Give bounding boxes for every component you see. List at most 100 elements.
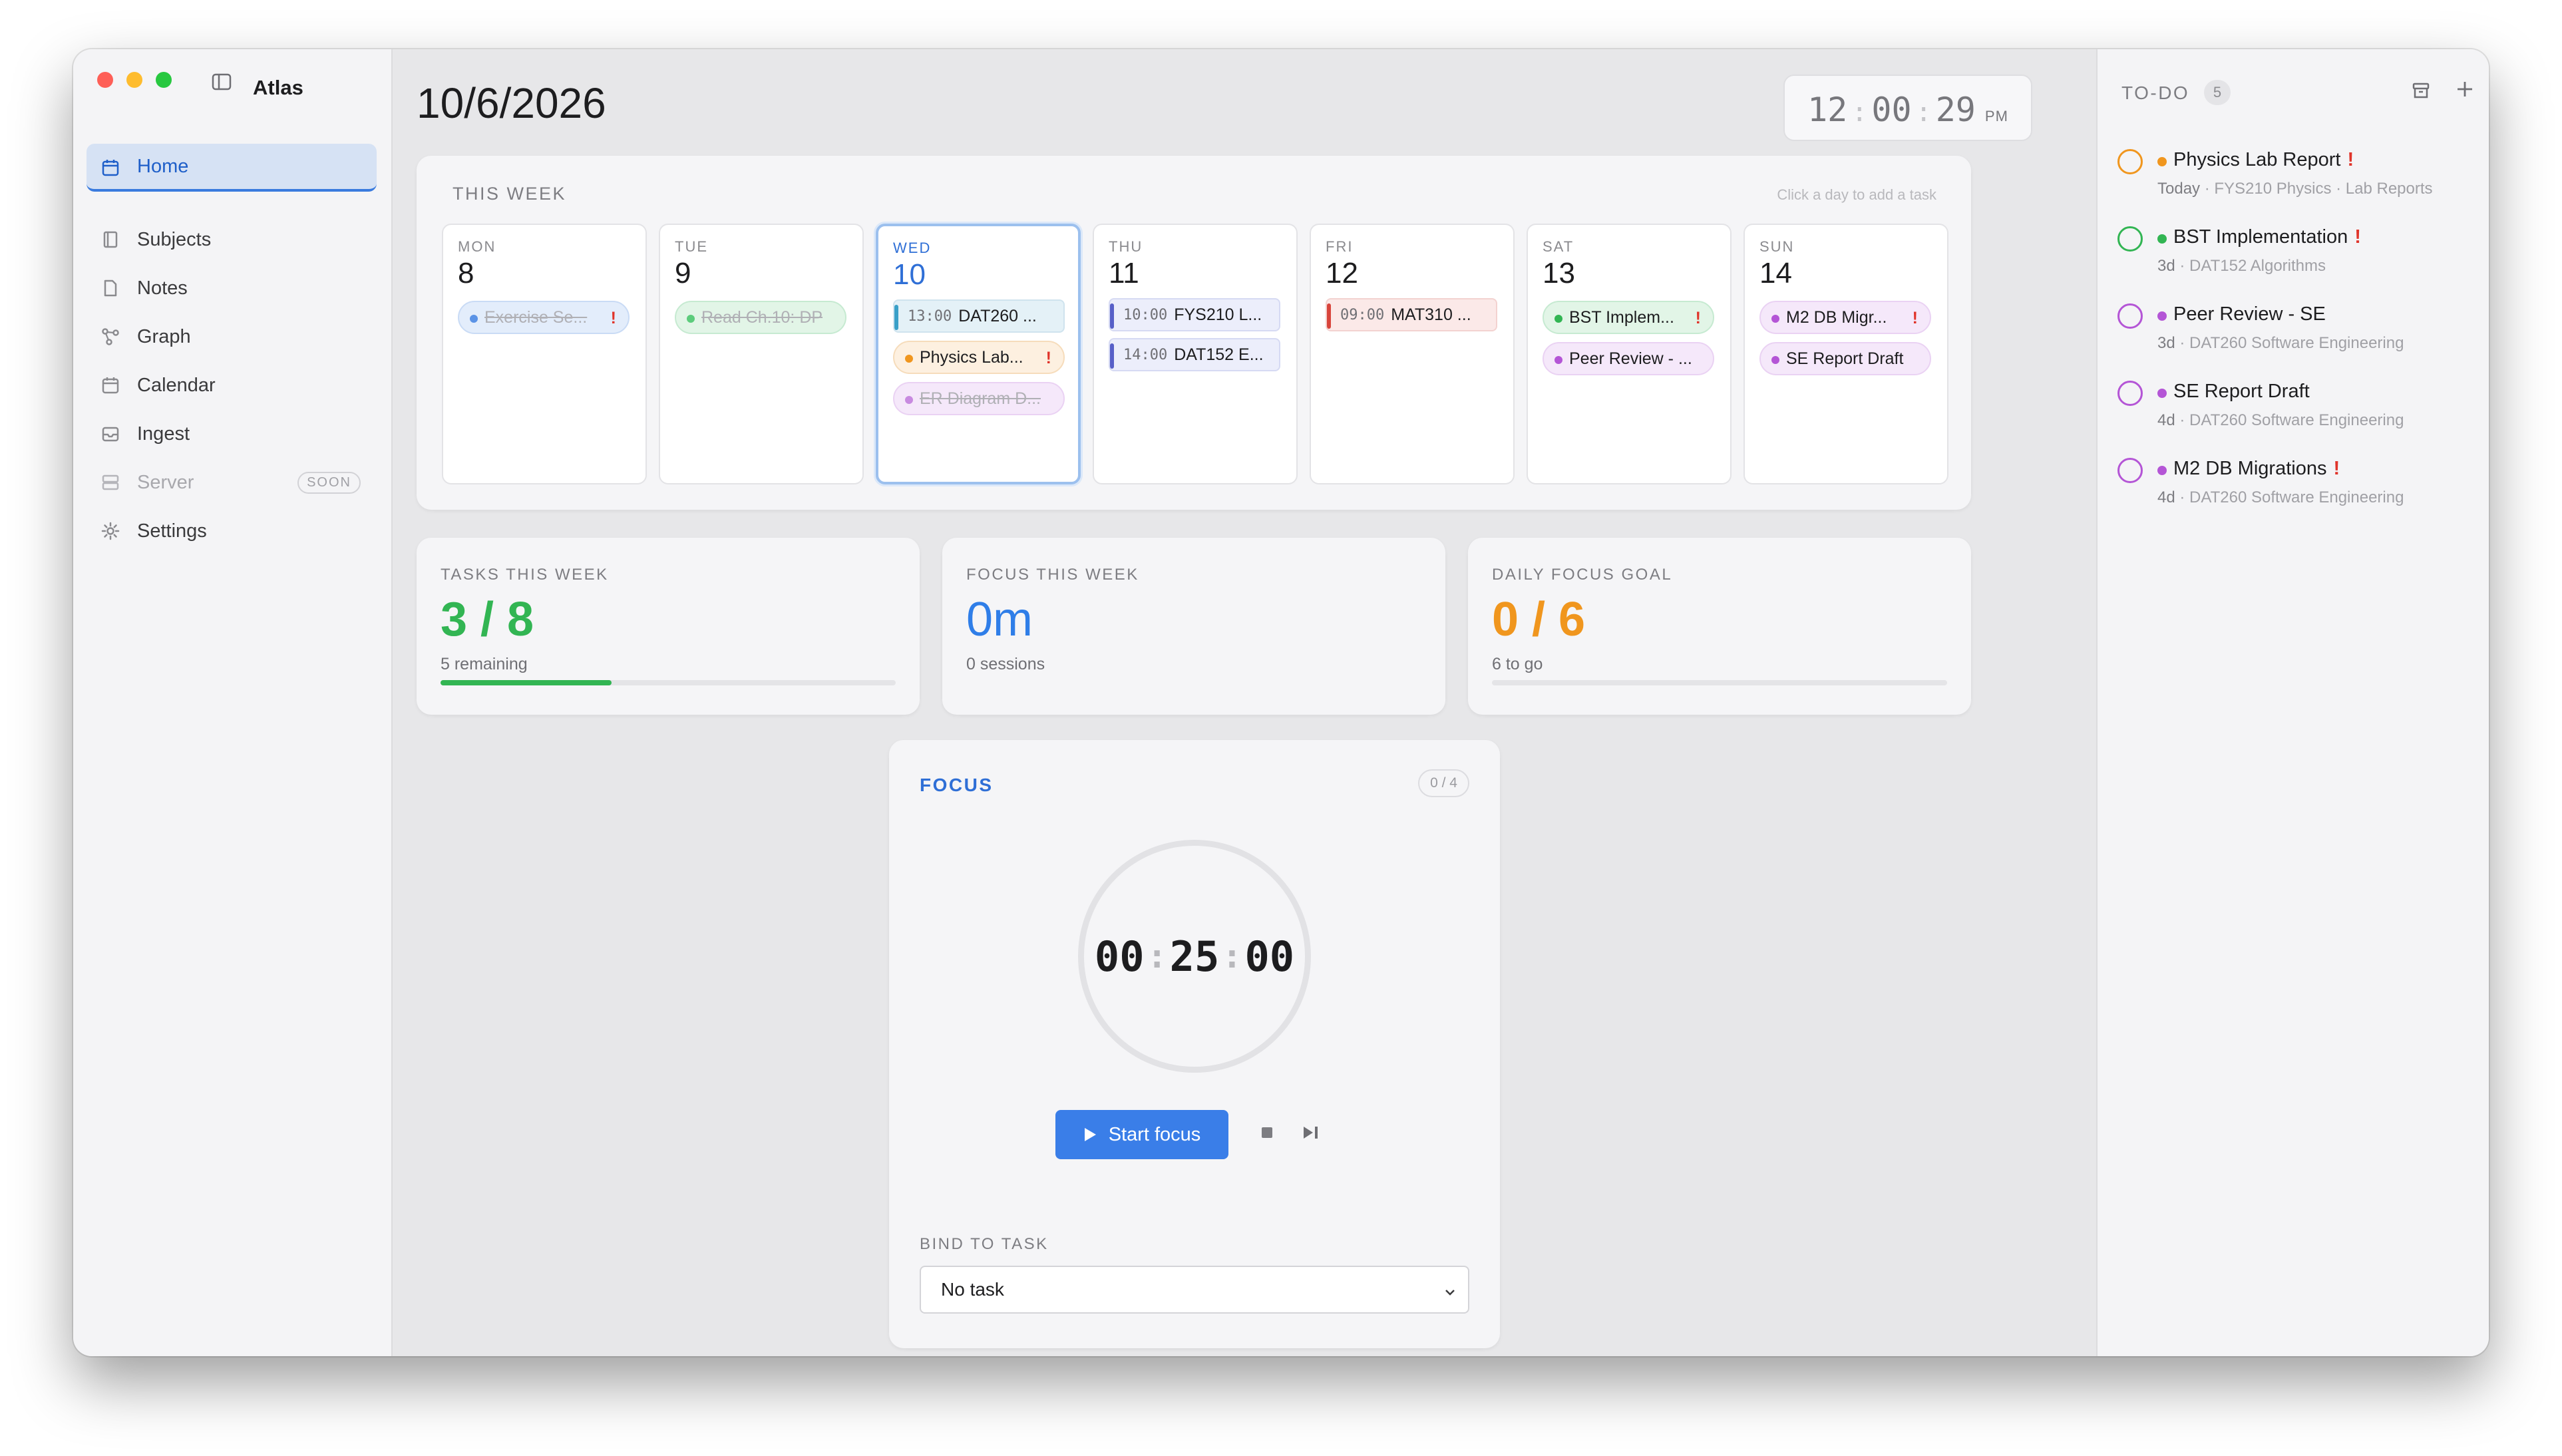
todo-item[interactable]: SE Report Draft 4d · DAT260 Software Eng… (2117, 381, 2477, 447)
task-color-dot (905, 355, 913, 363)
bind-label: BIND TO TASK (920, 1235, 1049, 1253)
clock-separator: : (1915, 97, 1932, 128)
maximize-button[interactable] (156, 72, 172, 88)
todo-item[interactable]: M2 DB Migrations! 4d · DAT260 Software E… (2117, 458, 2477, 524)
day-name: SAT (1543, 238, 1574, 255)
todo-panel: TO-DO 5 Physics Lab Report! Today · FYS2… (2096, 49, 2489, 1356)
minimize-button[interactable] (126, 72, 142, 88)
book-icon (101, 230, 120, 249)
clock-ampm: PM (1984, 108, 2008, 124)
day-number: 9 (675, 257, 691, 289)
task-chip[interactable]: M2 DB Migr... ! (1759, 301, 1931, 334)
sidebar-item-subjects[interactable]: Subjects (87, 216, 377, 264)
todo-item[interactable]: Physics Lab Report! Today · FYS210 Physi… (2117, 149, 2477, 216)
archive-icon[interactable] (2409, 79, 2433, 102)
timer-hours: 00 (1094, 932, 1145, 981)
day-column-wed[interactable]: WED 10 13:00 DAT260 ... Physics Lab... !… (876, 224, 1081, 484)
day-column-tue[interactable]: TUE 9 Read Ch.10: DP (659, 224, 864, 484)
todo-due: 4d (2157, 488, 2175, 506)
task-chip[interactable]: Read Ch.10: DP (675, 301, 846, 334)
todo-meta: 3d · DAT152 Algorithms (2157, 257, 2326, 275)
sidebar-item-label: Home (137, 155, 189, 177)
stat-sub: 6 to go (1492, 655, 1543, 673)
task-color-dot (905, 396, 913, 404)
todo-checkbox[interactable] (2117, 458, 2143, 483)
week-title: THIS WEEK (453, 184, 567, 204)
task-select[interactable]: No task (920, 1266, 1469, 1314)
calendar-event[interactable]: 14:00 DAT152 E... (1109, 338, 1280, 371)
timer-separator: : (1222, 937, 1242, 976)
day-column-thu[interactable]: THU 11 10:00 FYS210 L... 14:00 DAT152 E.… (1093, 224, 1298, 484)
todo-color-dot (2157, 389, 2167, 398)
event-color-bar (1110, 303, 1114, 329)
task-chip[interactable]: Exercise Se... ! (458, 301, 630, 334)
todo-item-title: Physics Lab Report (2173, 149, 2341, 170)
day-name: TUE (675, 238, 708, 255)
sidebar-item-graph[interactable]: Graph (87, 313, 377, 361)
clock-minutes: 00 (1871, 91, 1912, 129)
event-color-bar (894, 305, 898, 330)
day-column-sat[interactable]: SAT 13 BST Implem... ! Peer Review - ... (1527, 224, 1732, 484)
task-chip[interactable]: SE Report Draft (1759, 342, 1931, 375)
calendar-event[interactable]: 09:00 MAT310 ... (1326, 298, 1497, 331)
task-chip[interactable]: Peer Review - ... (1543, 342, 1714, 375)
timer-seconds: 00 (1244, 932, 1295, 981)
todo-subject: DAT152 Algorithms (2189, 257, 2326, 275)
todo-due: 4d (2157, 411, 2175, 429)
todo-due: 3d (2157, 257, 2175, 275)
sidebar-item-settings[interactable]: Settings (87, 507, 377, 555)
day-column-sun[interactable]: SUN 14 M2 DB Migr... ! SE Report Draft (1743, 224, 1948, 484)
todo-subject: DAT260 Software Engineering (2189, 334, 2404, 352)
goal-progress-bar (1492, 680, 1947, 685)
priority-icon: ! (2354, 226, 2361, 248)
play-icon (1083, 1127, 1097, 1142)
close-button[interactable] (97, 72, 113, 88)
timer-minutes: 25 (1169, 932, 1220, 981)
timer-separator: : (1147, 937, 1167, 976)
start-focus-button[interactable]: Start focus (1055, 1110, 1228, 1159)
task-chip[interactable]: ER Diagram D... (893, 382, 1065, 415)
clock-hours: 12 (1807, 91, 1848, 129)
task-color-dot (687, 315, 695, 323)
todo-title-row: BST Implementation! (2173, 226, 2361, 248)
app-window: Atlas Home Subjects Notes Graph Calendar… (73, 49, 2489, 1356)
todo-item[interactable]: BST Implementation! 3d · DAT152 Algorith… (2117, 226, 2477, 293)
todo-item-title: SE Report Draft (2173, 381, 2310, 402)
calendar-event[interactable]: 10:00 FYS210 L... (1109, 298, 1280, 331)
todo-checkbox[interactable] (2117, 303, 2143, 329)
task-chip[interactable]: Physics Lab... ! (893, 341, 1065, 374)
sidebar-item-label: Settings (137, 520, 207, 542)
day-column-mon[interactable]: MON 8 Exercise Se... ! (442, 224, 647, 484)
calendar-icon (101, 158, 120, 177)
sidebar-toggle-icon[interactable] (210, 72, 233, 92)
task-chip[interactable]: BST Implem... ! (1543, 301, 1714, 334)
sidebar-item-home[interactable]: Home (87, 144, 377, 192)
sidebar-item-notes[interactable]: Notes (87, 264, 377, 312)
todo-checkbox[interactable] (2117, 226, 2143, 252)
sidebar-item-label: Subjects (137, 228, 212, 250)
task-chip-label: Exercise Se... (484, 307, 588, 327)
stat-value: 0m (966, 593, 1033, 646)
event-title: DAT152 E... (1174, 345, 1264, 364)
todo-title: TO-DO (2121, 83, 2190, 103)
todo-item[interactable]: Peer Review - SE 3d · DAT260 Software En… (2117, 303, 2477, 370)
day-column-fri[interactable]: FRI 12 09:00 MAT310 ... (1310, 224, 1515, 484)
goal-stat-card: DAILY FOCUS GOAL 0 / 6 6 to go (1468, 538, 1971, 715)
stop-icon[interactable] (1252, 1118, 1282, 1147)
day-name: MON (458, 238, 496, 255)
skip-icon[interactable] (1296, 1118, 1326, 1147)
sidebar-item-ingest[interactable]: Ingest (87, 410, 377, 458)
todo-item-title: M2 DB Migrations (2173, 458, 2327, 479)
sidebar-item-label: Notes (137, 277, 188, 299)
sidebar-item-calendar[interactable]: Calendar (87, 361, 377, 409)
day-number: 14 (1759, 257, 1792, 289)
priority-icon: ! (1912, 309, 1918, 327)
todo-checkbox[interactable] (2117, 149, 2143, 174)
focus-card: FOCUS 0 / 4 00 : 25 : 00 Start focus BIN… (889, 740, 1500, 1348)
todo-meta: 3d · DAT260 Software Engineering (2157, 334, 2404, 352)
todo-title-row: SE Report Draft (2173, 381, 2310, 403)
add-todo-icon[interactable] (2453, 77, 2477, 101)
calendar-event[interactable]: 13:00 DAT260 ... (893, 299, 1065, 333)
stat-sub: 5 remaining (441, 655, 528, 673)
todo-checkbox[interactable] (2117, 381, 2143, 406)
